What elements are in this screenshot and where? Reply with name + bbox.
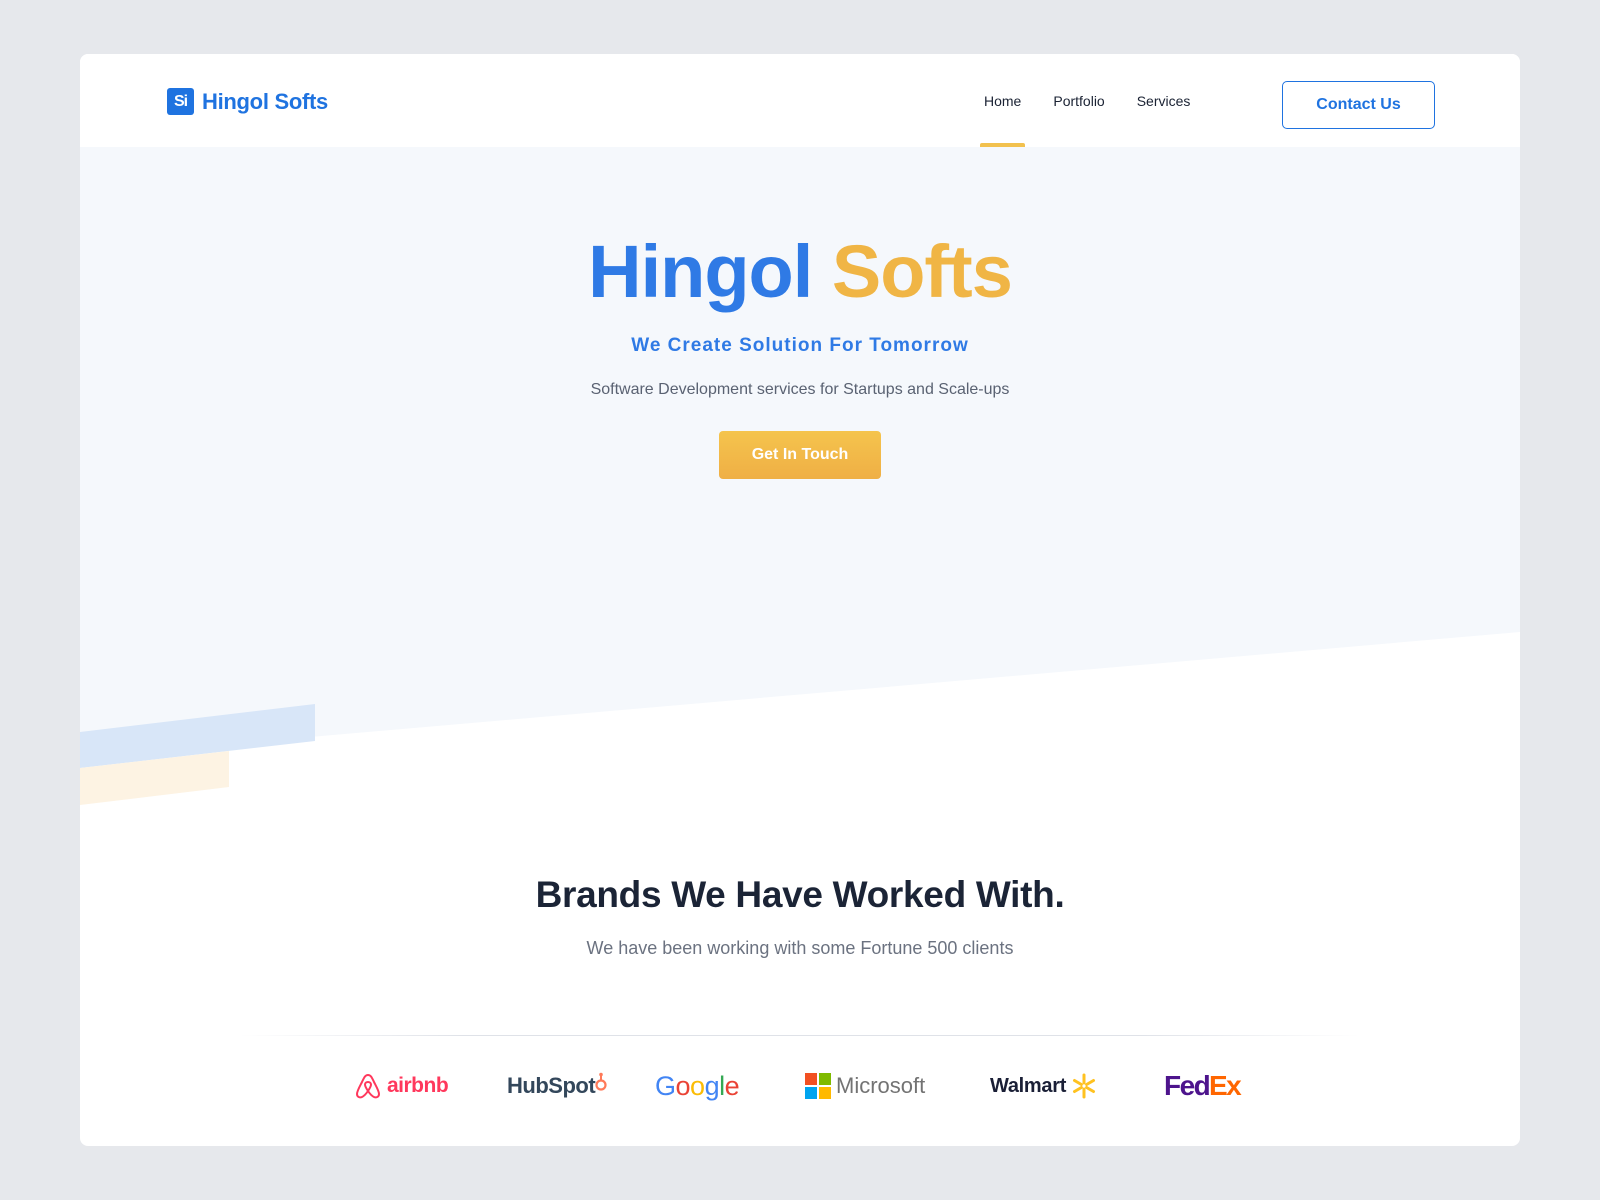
nav-services[interactable]: Services	[1133, 54, 1195, 147]
nav-portfolio[interactable]: Portfolio	[1049, 54, 1108, 147]
airbnb-wordmark: airbnb	[387, 1074, 449, 1097]
brands-subtitle: We have been working with some Fortune 5…	[586, 938, 1014, 958]
airbnb-icon	[355, 1073, 381, 1099]
hero-title-part2: Softs	[831, 230, 1013, 313]
hubspot-icon	[595, 1072, 607, 1091]
microsoft-wordmark: Microsoft	[836, 1073, 926, 1098]
fedex-icon: Fed Ex	[1164, 1070, 1244, 1101]
hero-tagline: We Create Solution For Tomorrow	[631, 335, 969, 356]
nav-home[interactable]: Home	[980, 54, 1026, 147]
site-logo[interactable]: Si Hingol Softs	[167, 88, 328, 115]
brands-divider	[240, 1035, 1360, 1036]
hubspot-wordmark: HubSpot	[507, 1073, 596, 1098]
page-card: Si Hingol Softs Home Portfolio Services …	[80, 54, 1520, 1146]
logo-mark-icon: Si	[167, 88, 194, 115]
brands-section: Brands We Have Worked With. We have been…	[80, 874, 1520, 959]
brands-title: Brands We Have Worked With.	[535, 874, 1065, 915]
get-in-touch-button[interactable]: Get In Touch	[719, 431, 881, 479]
walmart-wordmark: Walmart	[990, 1074, 1067, 1097]
hero-title-part1: Hingol	[588, 230, 813, 313]
brand-logo-microsoft: Microsoft	[805, 1066, 925, 1106]
walmart-spark-icon	[1073, 1073, 1096, 1099]
hero-title: Hingol Softs	[80, 235, 1520, 309]
google-icon: Google	[655, 1070, 740, 1101]
brand-logos-row: airbnb HubSpot Google Microsoft Walmart …	[80, 1066, 1520, 1106]
brand-logo-hubspot: HubSpot	[507, 1066, 608, 1106]
microsoft-icon	[805, 1073, 831, 1099]
brand-logo-walmart: Walmart	[990, 1066, 1097, 1106]
site-header: Si Hingol Softs Home Portfolio Services …	[80, 54, 1520, 147]
brand-logo-fedex: Fed Ex	[1164, 1066, 1248, 1106]
svg-text:Ex: Ex	[1209, 1070, 1242, 1101]
logo-text: Hingol Softs	[202, 88, 328, 114]
hero-section: Hingol Softs We Create Solution For Tomo…	[80, 147, 1520, 479]
main-nav: Home Portfolio Services	[980, 54, 1218, 147]
svg-text:Fed: Fed	[1164, 1070, 1210, 1101]
hero-description: Software Development services for Startu…	[590, 381, 1010, 398]
contact-us-button[interactable]: Contact Us	[1282, 81, 1435, 129]
brand-logo-google: Google	[655, 1066, 740, 1106]
brand-logo-airbnb: airbnb	[354, 1066, 449, 1106]
